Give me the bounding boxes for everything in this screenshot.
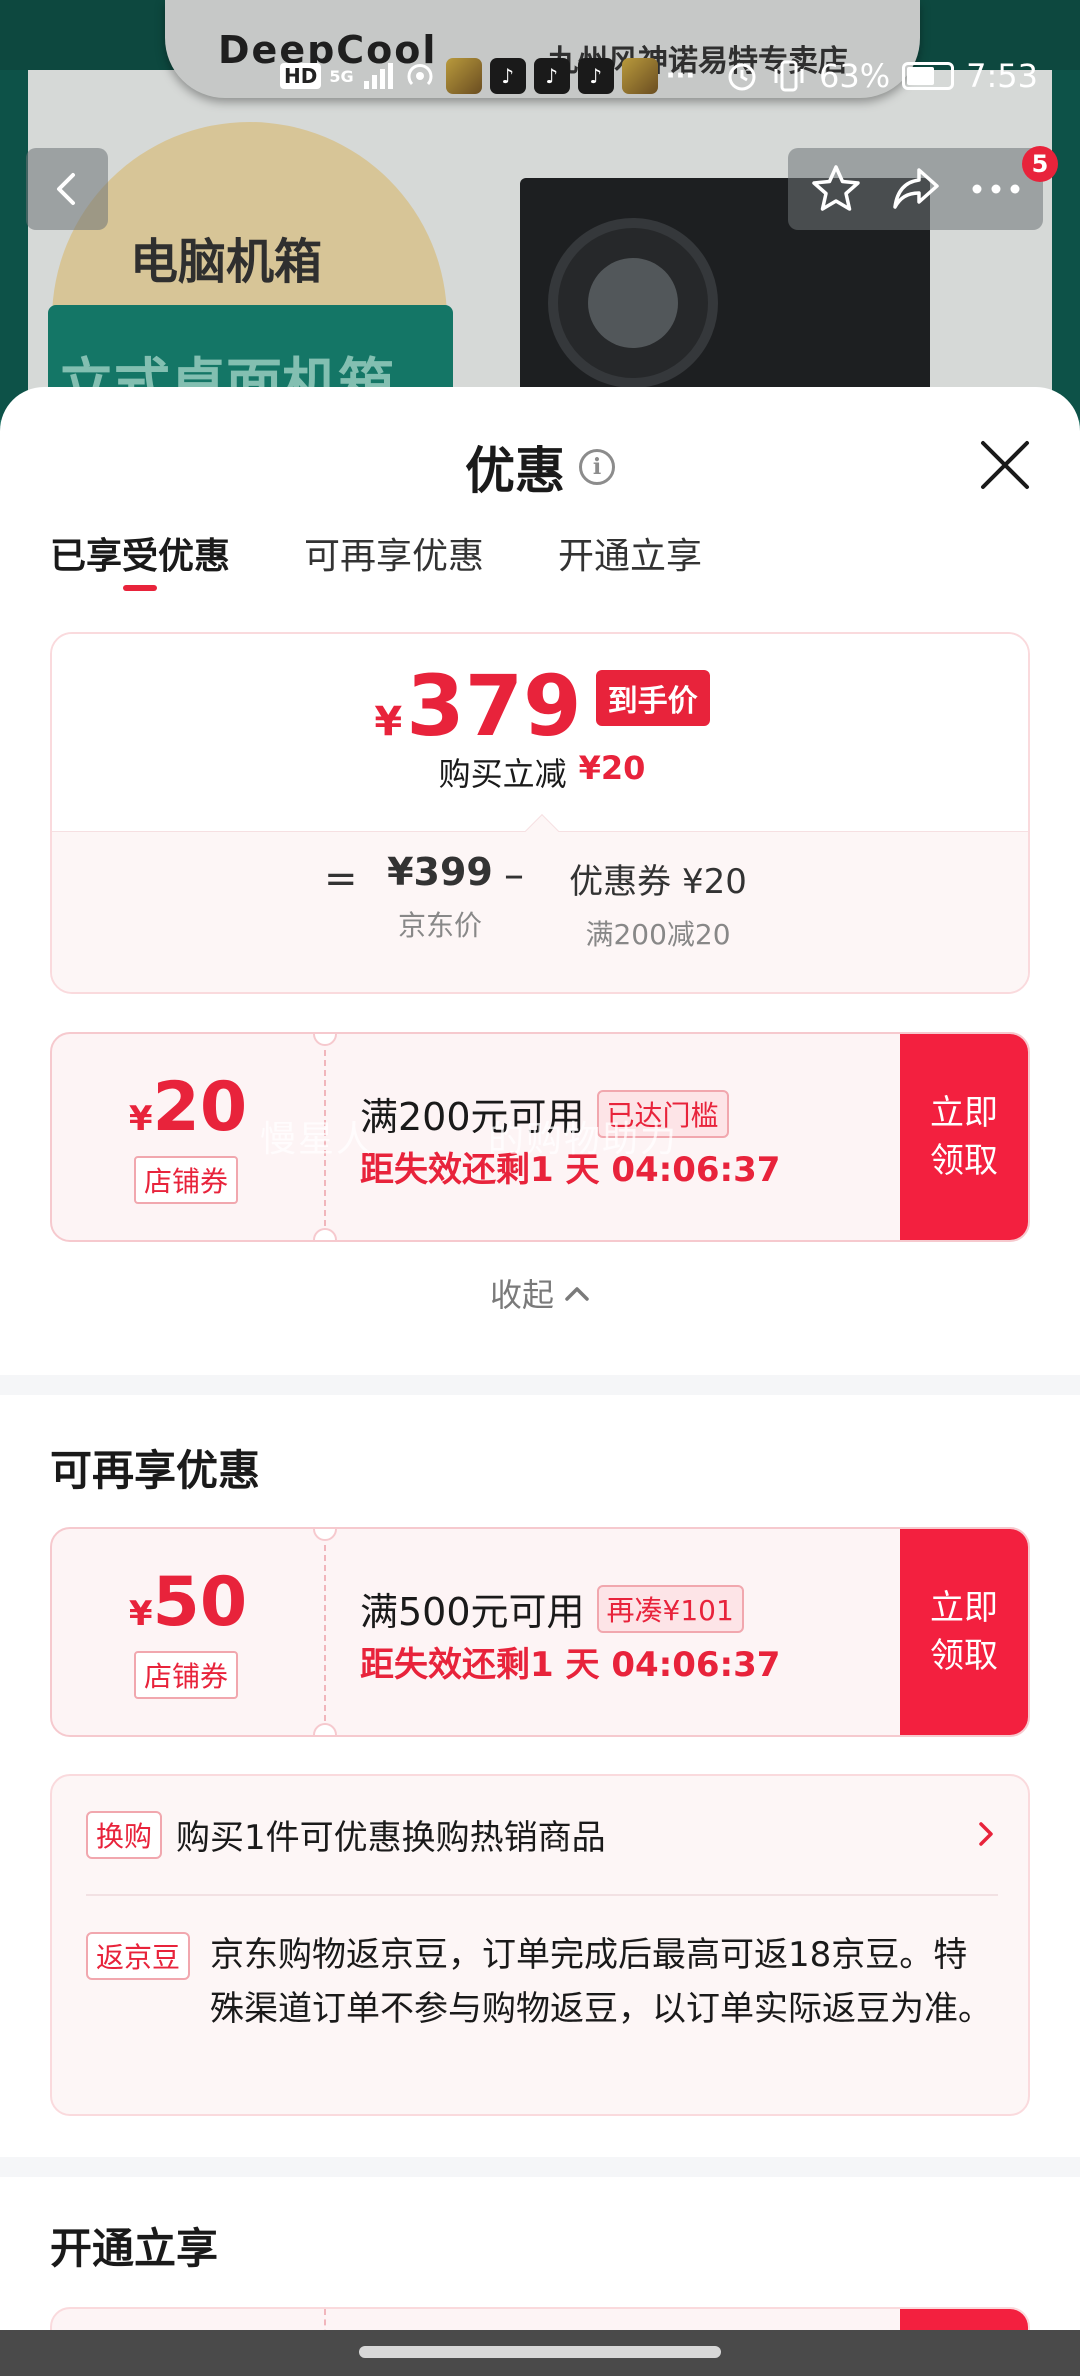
more-dots-icon xyxy=(972,184,1019,194)
section-title-open: 开通立享 xyxy=(50,2224,219,2273)
jd-price-label: 京东价 xyxy=(397,909,482,942)
claim-coupon-button[interactable]: 立即 领取 xyxy=(900,1529,1028,1735)
coupon-type-badge: 店铺券 xyxy=(134,1651,239,1699)
home-indicator[interactable] xyxy=(359,2346,721,2358)
star-icon xyxy=(811,165,860,211)
coupon-divider xyxy=(324,1545,326,1721)
coupon-countdown: 距失效还剩1 天 04:06:37 xyxy=(360,1645,781,1685)
notification-badge: 5 xyxy=(1022,146,1058,182)
reduce-label: 购买立减 xyxy=(438,755,567,793)
coupon-label: 优惠券 ¥20 xyxy=(569,862,747,902)
status-right-group: 63% 7:53 xyxy=(725,57,1038,95)
coupon-amount-area: ¥50 店铺券 xyxy=(52,1529,324,1735)
coupon-condition: 满500元可用 xyxy=(360,1590,585,1634)
more-notifications: ··· xyxy=(665,61,696,91)
close-icon xyxy=(981,441,1029,489)
coupon-status-tag: 再凑¥101 xyxy=(596,1584,744,1633)
back-button[interactable] xyxy=(26,148,108,230)
coupon-notch-bottom xyxy=(313,1228,337,1240)
coupon-condition: 满200减20 xyxy=(585,918,731,951)
top-action-group xyxy=(788,148,1043,230)
battery-icon xyxy=(902,62,955,90)
share-icon xyxy=(892,168,939,209)
coupon-condition-row: 满500元可用 再凑¥101 xyxy=(360,1581,744,1636)
app-notification-icon xyxy=(621,58,658,94)
clock-time: 7:53 xyxy=(966,57,1038,95)
tiktok-icon: ♪ xyxy=(577,58,614,94)
status-bar: HD 5G ♪ ♪ ♪ ··· 63% 7:53 xyxy=(0,48,1080,104)
collapse-toggle[interactable]: 收起 xyxy=(0,1270,1080,1316)
section-title-more: 可再享优惠 xyxy=(50,1446,261,1495)
price-formula: = ¥399 京东价 – 优惠券 ¥20 满200减20 xyxy=(52,850,1028,980)
jd-price: ¥399 xyxy=(387,850,493,894)
coupon-value: 20 xyxy=(152,1068,248,1147)
collapse-label: 收起 xyxy=(489,1276,554,1314)
benefit-card: 换购 购买1件可优惠换购热销商品 返京豆 京东购物返京豆，订单完成后最高可返18… xyxy=(50,1774,1030,2116)
status-left-group: HD 5G ♪ ♪ ♪ ··· xyxy=(280,58,695,94)
reduce-amount: ¥20 xyxy=(578,749,646,787)
alarm-icon xyxy=(728,63,756,91)
chevron-up-icon xyxy=(565,1287,589,1301)
favorite-button[interactable] xyxy=(796,149,876,229)
chevron-right-icon xyxy=(979,1822,993,1846)
battery-percentage: 63% xyxy=(819,57,891,95)
coupon-block: 优惠券 ¥20 满200减20 xyxy=(558,850,758,953)
coupon-currency: ¥ xyxy=(128,1099,153,1139)
tab-more-available[interactable]: 可再享优惠 xyxy=(304,527,484,591)
tab-open-to-enjoy[interactable]: 开通立享 xyxy=(558,527,702,591)
section-separator xyxy=(0,1375,1080,1395)
currency-symbol: ¥ xyxy=(374,699,403,745)
close-button[interactable] xyxy=(975,435,1035,495)
tiktok-icon: ♪ xyxy=(489,58,526,94)
exchange-row[interactable]: 换购 购买1件可优惠换购热销商品 xyxy=(86,1810,998,1859)
price-summary-top: ¥ 379 到手价 购买立减 ¥20 xyxy=(52,634,1028,831)
share-button[interactable] xyxy=(876,149,956,229)
coupon-value: 50 xyxy=(152,1563,248,1642)
watermark-text: 慢星人 的购物助力 xyxy=(260,1119,679,1160)
jingdou-text: 京东购物返京豆，订单完成后最高可返18京豆。特殊渠道订单不参与购物返豆，以订单实… xyxy=(210,1935,992,2029)
app-notification-icon xyxy=(445,58,482,94)
jingdou-tag: 返京豆 xyxy=(86,1932,191,1980)
sheet-title: 优惠 xyxy=(465,442,565,500)
discount-sheet: 优惠 i 已享受优惠 可再享优惠 开通立享 ¥ 379 到手价 购买立减 ¥20… xyxy=(0,387,1080,2376)
minus-sign: – xyxy=(504,852,524,898)
final-price: 379 xyxy=(406,657,582,755)
exchange-text: 购买1件可优惠换购热销商品 xyxy=(176,1818,606,1858)
hotspot-icon xyxy=(407,64,433,86)
final-price-tag: 到手价 xyxy=(595,670,710,726)
sheet-header: 优惠 i xyxy=(0,427,1080,507)
vibrate-icon xyxy=(774,60,804,92)
reduction-line: 购买立减 ¥20 xyxy=(52,749,1028,795)
tab-enjoyed[interactable]: 已享受优惠 xyxy=(50,527,230,591)
coupon-currency: ¥ xyxy=(128,1594,153,1634)
network-type: 5G xyxy=(329,66,354,86)
hd-indicator: HD xyxy=(280,63,322,89)
equals-sign: = xyxy=(324,856,358,902)
coupon-type-badge: 店铺券 xyxy=(134,1156,239,1204)
section-separator xyxy=(0,2157,1080,2177)
claim-coupon-button[interactable]: 立即 领取 xyxy=(900,1034,1028,1240)
coupon-card: ¥50 店铺券 满500元可用 再凑¥101 距失效还剩1 天 04:06:37… xyxy=(50,1527,1030,1737)
exchange-tag: 换购 xyxy=(86,1810,163,1859)
chevron-left-icon xyxy=(57,173,75,205)
final-price-line: ¥ 379 到手价 xyxy=(52,657,1028,755)
discount-tabs: 已享受优惠 可再享优惠 开通立享 xyxy=(50,527,702,591)
tiktok-icon: ♪ xyxy=(533,58,570,94)
price-summary-card: ¥ 379 到手价 购买立减 ¥20 = ¥399 京东价 – 优惠券 ¥20 … xyxy=(50,632,1030,994)
price-breakdown: = ¥399 京东价 – 优惠券 ¥20 满200减20 xyxy=(52,831,1028,992)
coupon-notch-bottom xyxy=(313,1723,337,1735)
info-icon[interactable]: i xyxy=(579,449,615,485)
coupon-amount: ¥50 xyxy=(52,1567,324,1639)
jd-price-block: ¥399 京东价 xyxy=(370,850,510,944)
signal-icon xyxy=(363,63,393,89)
benefit-divider xyxy=(86,1894,998,1896)
